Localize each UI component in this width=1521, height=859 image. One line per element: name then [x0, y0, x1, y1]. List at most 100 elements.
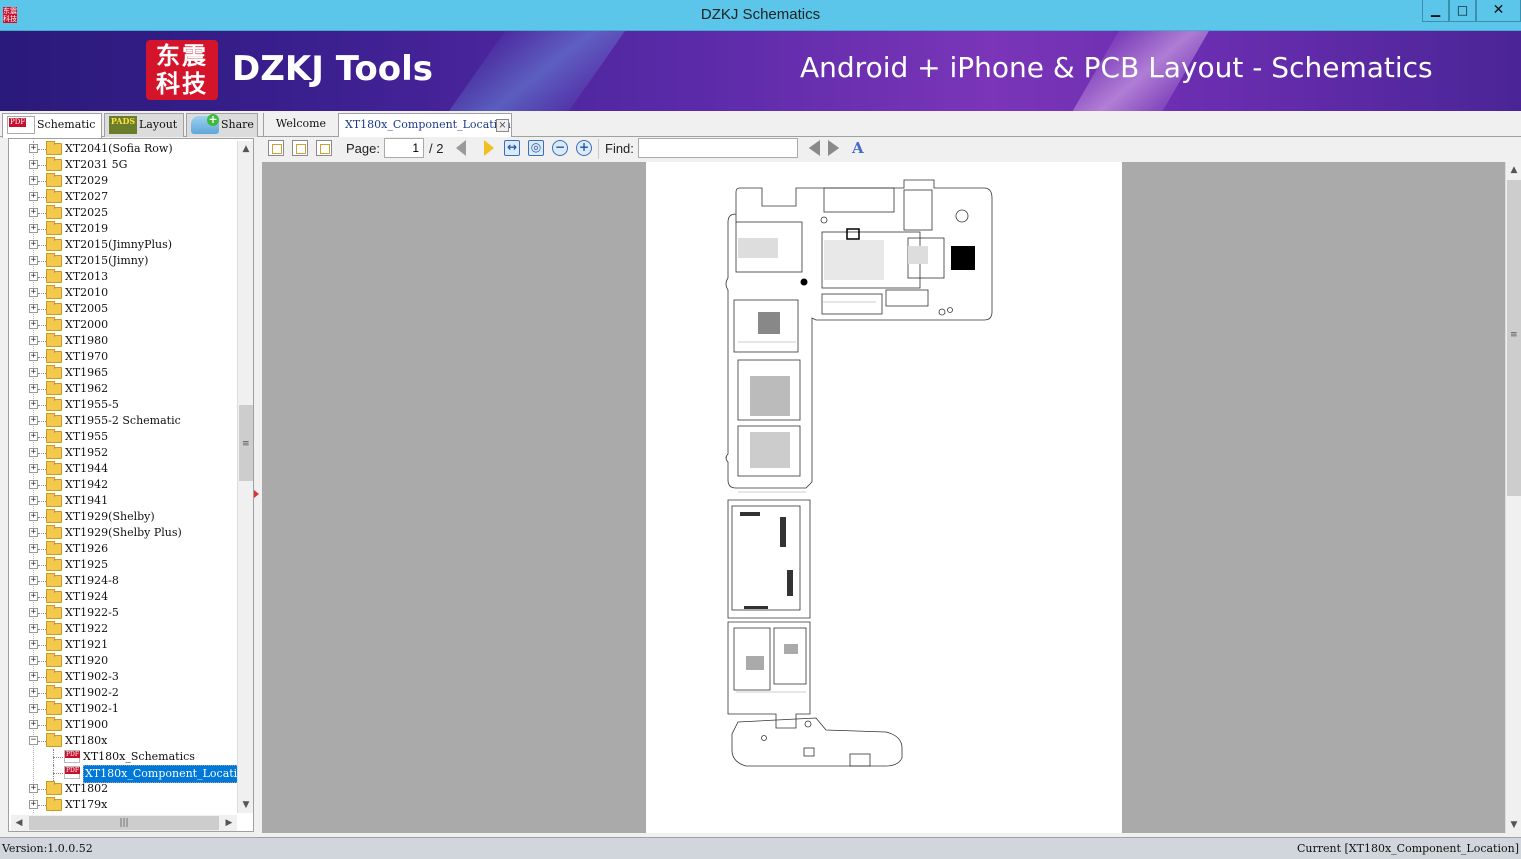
fit-width-icon[interactable]: ↔ — [504, 140, 520, 156]
tree-item[interactable]: + XT1944 — [9, 461, 237, 477]
scroll-up-icon[interactable]: ▲ — [238, 141, 254, 157]
expand-icon[interactable]: + — [29, 176, 38, 185]
tree-item[interactable]: + XT1955-5 — [9, 397, 237, 413]
splitter-collapse-icon[interactable] — [254, 490, 259, 498]
expand-icon[interactable]: + — [29, 512, 38, 521]
previous-page-button[interactable] — [456, 140, 472, 156]
expand-icon[interactable]: + — [29, 256, 38, 265]
close-tab-icon[interactable]: × — [496, 119, 509, 132]
tree-item[interactable]: XT180x_Schematics — [9, 749, 237, 765]
expand-icon[interactable]: + — [29, 192, 38, 201]
tree-item[interactable]: + XT1952 — [9, 445, 237, 461]
zoom-in-icon[interactable]: + — [576, 140, 592, 156]
doc-tab-component-location[interactable]: XT180x_Component_Location × — [338, 113, 512, 137]
tree-item[interactable]: + XT2041(Sofia Row) — [9, 141, 237, 157]
expand-icon[interactable]: + — [29, 640, 38, 649]
tree-item[interactable]: + XT2015(Jimny) — [9, 253, 237, 269]
expand-icon[interactable]: + — [29, 320, 38, 329]
expand-icon[interactable]: + — [29, 544, 38, 553]
expand-icon[interactable]: + — [29, 528, 38, 537]
tree-item[interactable]: + XT1921 — [9, 637, 237, 653]
tree-horizontal-scrollbar[interactable]: ◀ ||| ▶ — [11, 815, 237, 831]
expand-icon[interactable]: + — [29, 480, 38, 489]
tree-item[interactable]: + XT1941 — [9, 493, 237, 509]
tree-item[interactable]: XT180x_Component_Location — [9, 765, 237, 783]
copy-page-icon[interactable] — [292, 140, 308, 156]
tree-item[interactable]: + XT1970 — [9, 349, 237, 365]
highlight-icon[interactable]: A — [852, 140, 868, 156]
tab-schematic[interactable]: Schematic — [2, 113, 102, 138]
expand-icon[interactable]: + — [29, 368, 38, 377]
tree-item[interactable]: + XT1955-2 Schematic — [9, 413, 237, 429]
expand-icon[interactable]: + — [29, 576, 38, 585]
expand-icon[interactable]: + — [29, 448, 38, 457]
tree-item[interactable]: + XT1926 — [9, 541, 237, 557]
scroll-thumb[interactable]: ||| — [29, 816, 219, 830]
expand-icon[interactable]: + — [29, 592, 38, 601]
tree-item[interactable]: + XT1929(Shelby) — [9, 509, 237, 525]
tree-item[interactable]: + XT1965 — [9, 365, 237, 381]
tree-item[interactable]: + XT2025 — [9, 205, 237, 221]
expand-icon[interactable]: + — [29, 656, 38, 665]
scroll-down-icon[interactable]: ▼ — [1506, 817, 1521, 833]
tree-item[interactable]: + XT179x — [9, 797, 237, 813]
tree-item[interactable]: + XT2000 — [9, 317, 237, 333]
tree-item[interactable]: + XT1929(Shelby Plus) — [9, 525, 237, 541]
tree-item[interactable]: + XT1925 — [9, 557, 237, 573]
tree-item[interactable]: + XT1922 — [9, 621, 237, 637]
tree-item[interactable]: + XT1922-5 — [9, 605, 237, 621]
expand-icon[interactable]: + — [29, 672, 38, 681]
expand-icon[interactable]: + — [29, 144, 38, 153]
tab-share[interactable]: Share — [186, 113, 258, 137]
scroll-right-icon[interactable]: ▶ — [221, 815, 237, 831]
tree-item[interactable]: + XT1902-2 — [9, 685, 237, 701]
tree-item[interactable]: + XT1942 — [9, 477, 237, 493]
tree-item[interactable]: + XT1920 — [9, 653, 237, 669]
tree-item[interactable]: + XT2029 — [9, 173, 237, 189]
close-button[interactable]: ✕ — [1476, 0, 1521, 22]
doc-tab-welcome[interactable]: Welcome — [263, 113, 338, 137]
maximize-button[interactable]: □ — [1449, 0, 1476, 22]
expand-icon[interactable]: + — [29, 288, 38, 297]
tree-item[interactable]: + XT1924 — [9, 589, 237, 605]
tree-item[interactable]: + XT1980 — [9, 333, 237, 349]
tree-vertical-scrollbar[interactable]: ▲ ≡ ▼ — [237, 141, 253, 813]
document-viewer[interactable] — [262, 162, 1505, 833]
expand-icon[interactable]: + — [29, 800, 38, 809]
expand-icon[interactable]: + — [29, 384, 38, 393]
fit-page-icon[interactable]: ◎ — [528, 140, 544, 156]
expand-icon[interactable]: + — [29, 784, 38, 793]
tree-item[interactable]: + XT2031 5G — [9, 157, 237, 173]
expand-icon[interactable]: + — [29, 240, 38, 249]
open-document-icon[interactable] — [268, 140, 284, 156]
scroll-left-icon[interactable]: ◀ — [11, 815, 27, 831]
expand-icon[interactable]: + — [29, 720, 38, 729]
minimize-button[interactable]: ▁ — [1422, 0, 1449, 22]
tree-item[interactable]: + XT2013 — [9, 269, 237, 285]
expand-icon[interactable]: + — [29, 224, 38, 233]
expand-icon[interactable]: + — [29, 208, 38, 217]
tree-item[interactable]: + XT2019 — [9, 221, 237, 237]
expand-icon[interactable]: + — [29, 336, 38, 345]
tree-item[interactable]: + XT1902-3 — [9, 669, 237, 685]
expand-icon[interactable]: + — [29, 560, 38, 569]
expand-icon[interactable]: + — [29, 304, 38, 313]
collapse-icon[interactable]: − — [29, 736, 38, 745]
tree-item[interactable]: + XT1902-1 — [9, 701, 237, 717]
next-page-button[interactable] — [484, 140, 500, 156]
tree-item[interactable]: + XT1802 — [9, 781, 237, 797]
file-tree[interactable]: + XT2041(Sofia Row) + XT2031 5G + XT2029 + XT20… — [9, 141, 237, 813]
zoom-out-icon[interactable]: − — [552, 140, 568, 156]
expand-icon[interactable]: + — [29, 688, 38, 697]
expand-icon[interactable]: + — [29, 464, 38, 473]
page-number-input[interactable]: 1 — [384, 138, 424, 158]
expand-icon[interactable]: + — [29, 160, 38, 169]
expand-icon[interactable]: + — [29, 608, 38, 617]
expand-icon[interactable]: + — [29, 496, 38, 505]
expand-icon[interactable]: + — [29, 624, 38, 633]
viewer-vertical-scrollbar[interactable]: ▲ ≡ ▼ — [1505, 162, 1521, 833]
expand-icon[interactable]: + — [29, 352, 38, 361]
expand-icon[interactable]: + — [29, 416, 38, 425]
two-page-icon[interactable] — [316, 140, 332, 156]
find-input[interactable] — [638, 138, 798, 158]
